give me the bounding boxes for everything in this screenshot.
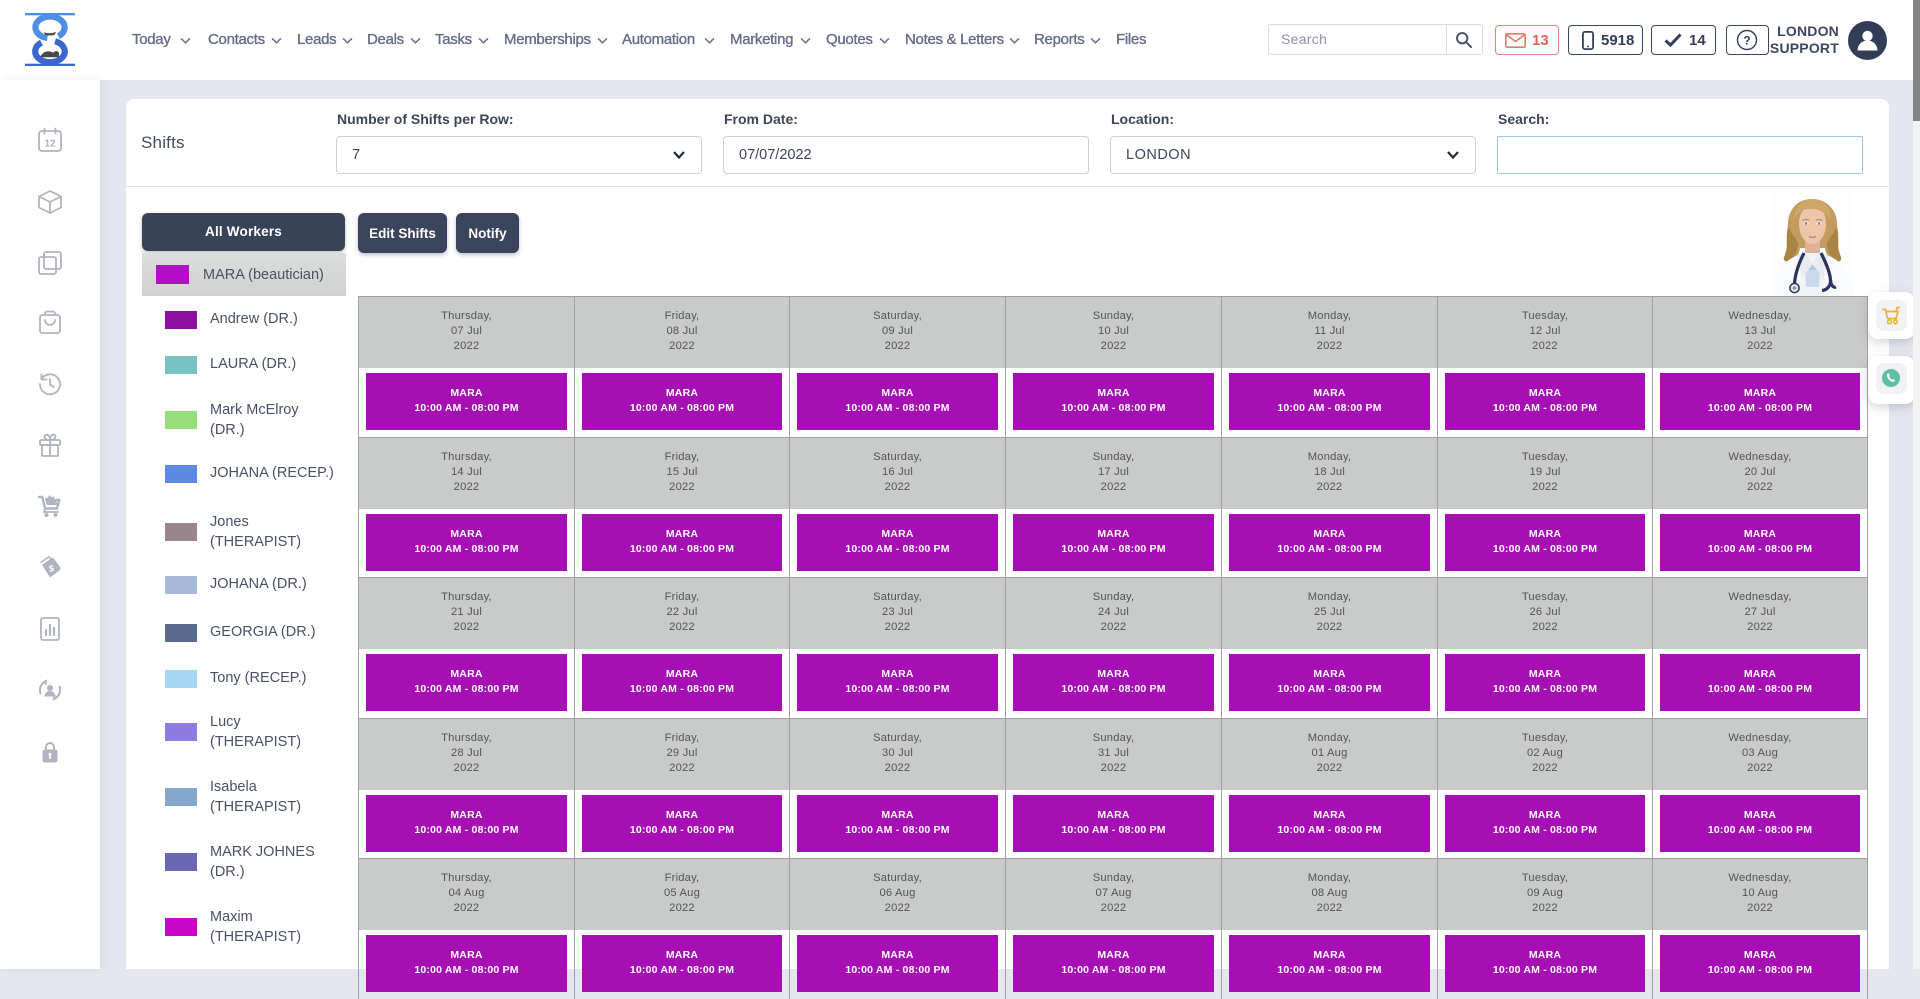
svg-text:12: 12 — [44, 139, 56, 150]
